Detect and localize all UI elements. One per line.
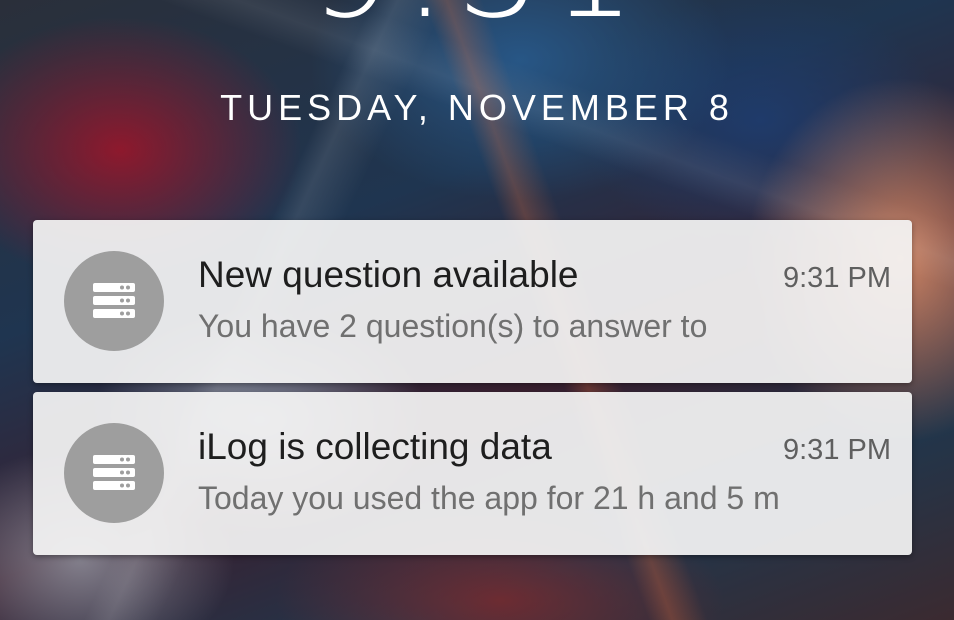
notification-title: iLog is collecting data	[198, 426, 552, 467]
lockscreen-clock: 9:31	[0, 0, 954, 37]
notification-title: New question available	[198, 254, 579, 295]
server-storage-icon	[64, 251, 164, 351]
notification-time: 9:31 PM	[783, 262, 891, 294]
server-storage-icon	[64, 423, 164, 523]
notification-text: You have 2 question(s) to answer to	[198, 308, 708, 344]
notification-card[interactable]: New question available 9:31 PM You have …	[33, 220, 912, 383]
lockscreen-date: TUESDAY, NOVEMBER 8	[220, 87, 734, 128]
notification-text: Today you used the app for 21 h and 5 m	[198, 480, 780, 516]
notification-time: 9:31 PM	[783, 434, 891, 466]
notification-card[interactable]: iLog is collecting data 9:31 PM Today yo…	[33, 392, 912, 555]
